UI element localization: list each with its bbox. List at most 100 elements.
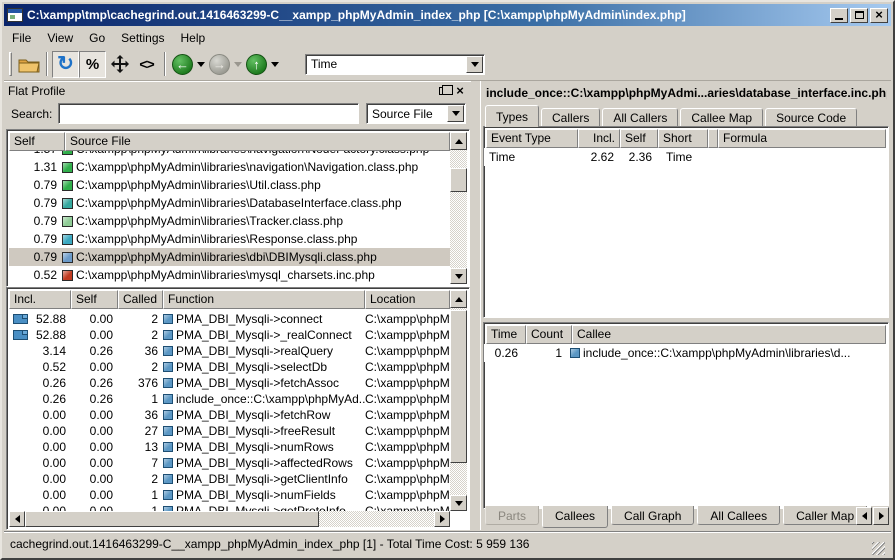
scroll-down-button[interactable] bbox=[450, 495, 467, 511]
column-header-function[interactable]: Function bbox=[163, 290, 365, 309]
horizontal-scrollbar[interactable] bbox=[9, 511, 450, 527]
scrollbar-thumb[interactable] bbox=[25, 511, 319, 527]
scroll-up-button[interactable] bbox=[450, 290, 467, 308]
tab-callee-map[interactable]: Callee Map bbox=[680, 108, 763, 127]
incl-value: 0.00 bbox=[43, 488, 66, 502]
relative-cost-button[interactable]: <> bbox=[133, 51, 160, 78]
back-button[interactable]: ← bbox=[172, 54, 193, 75]
menu-item-settings[interactable]: Settings bbox=[113, 29, 172, 47]
file-row-selected[interactable]: 0.79 C:\xampp\phpMyAdmin\libraries\dbi\D… bbox=[9, 248, 450, 266]
minimize-button[interactable] bbox=[830, 8, 848, 23]
combo-dropdown-button[interactable] bbox=[447, 105, 464, 122]
event-type-selector[interactable]: Time bbox=[305, 54, 485, 75]
column-header-callee[interactable]: Callee bbox=[572, 325, 886, 344]
toolbar-handle[interactable] bbox=[9, 52, 12, 76]
close-button[interactable]: × bbox=[870, 8, 888, 23]
tab-call-graph[interactable]: Call Graph bbox=[611, 506, 694, 525]
menu-item-file[interactable]: File bbox=[4, 29, 39, 47]
menu-item-go[interactable]: Go bbox=[81, 29, 113, 47]
function-row[interactable]: 0.00 0.00 2 PMA_DBI_Mysqli->getClientInf… bbox=[9, 471, 450, 487]
scroll-left-button[interactable] bbox=[9, 511, 25, 527]
column-header-event-type[interactable]: Event Type bbox=[486, 129, 578, 148]
incl-value: 0.00 bbox=[43, 408, 66, 422]
file-row[interactable]: 0.79 C:\xampp\phpMyAdmin\libraries\Track… bbox=[9, 212, 450, 230]
function-row[interactable]: 0.00 0.00 27 PMA_DBI_Mysqli->freeResult … bbox=[9, 423, 450, 439]
column-header-self[interactable]: Self bbox=[9, 132, 65, 151]
called-value: 2 bbox=[118, 472, 163, 486]
maximize-button[interactable] bbox=[850, 8, 868, 23]
tab-scroll-right-button[interactable] bbox=[873, 507, 889, 525]
self-value: 0.26 bbox=[71, 392, 118, 406]
tab-types[interactable]: Types bbox=[485, 105, 539, 127]
panel-splitter[interactable] bbox=[471, 81, 480, 530]
column-header-called[interactable]: Called bbox=[118, 290, 163, 309]
function-row[interactable]: 0.52 0.00 2 PMA_DBI_Mysqli->selectDb C:\… bbox=[9, 359, 450, 375]
file-row[interactable]: 0.79 C:\xampp\phpMyAdmin\libraries\Util.… bbox=[9, 176, 450, 194]
event-type-row[interactable]: Time 2.62 2.36 Time bbox=[484, 148, 888, 166]
column-header-source-file[interactable]: Source File bbox=[65, 132, 450, 151]
called-value: 1 bbox=[118, 504, 163, 511]
refresh-button[interactable]: ↻ bbox=[52, 51, 79, 78]
function-row[interactable]: 0.00 0.00 36 PMA_DBI_Mysqli->fetchRow C:… bbox=[9, 407, 450, 423]
dock-float-button[interactable] bbox=[436, 84, 450, 98]
function-row[interactable]: 0.00 0.00 7 PMA_DBI_Mysqli->affectedRows… bbox=[9, 455, 450, 471]
percent-toggle-button[interactable]: % bbox=[79, 51, 106, 78]
expand-cost-button[interactable] bbox=[106, 51, 133, 78]
up-button[interactable]: ↑ bbox=[246, 54, 267, 75]
menu-item-help[interactable]: Help bbox=[173, 29, 214, 47]
function-row[interactable]: 0.00 0.00 1 PMA_DBI_Mysqli->numFields C:… bbox=[9, 487, 450, 503]
scrollbar-track[interactable] bbox=[450, 308, 467, 495]
search-input[interactable] bbox=[58, 103, 359, 124]
scrollbar-thumb[interactable] bbox=[450, 310, 467, 463]
scroll-up-button[interactable] bbox=[450, 132, 467, 150]
tab-caller-map[interactable]: Caller Map bbox=[783, 506, 867, 525]
column-header-short[interactable]: Short bbox=[658, 129, 708, 148]
scrollbar-track[interactable] bbox=[450, 150, 467, 268]
column-header-blank[interactable] bbox=[708, 129, 718, 148]
file-row[interactable]: 1.31 C:\xampp\phpMyAdmin\libraries\navig… bbox=[9, 158, 450, 176]
file-row[interactable]: 0.52 C:\xampp\phpMyAdmin\libraries\mysql… bbox=[9, 266, 450, 284]
file-row[interactable]: 1.57 C:\xampp\phpMyAdmin\libraries\navig… bbox=[9, 151, 450, 158]
resize-grip[interactable] bbox=[872, 542, 885, 555]
function-row[interactable]: 0.00 0.00 1 PMA_DBI_Mysqli->getProtoInfo… bbox=[9, 503, 450, 511]
column-header-formula[interactable]: Formula bbox=[718, 129, 886, 148]
open-file-button[interactable] bbox=[15, 51, 42, 78]
back-dropdown-arrow[interactable] bbox=[197, 62, 205, 67]
column-header-location[interactable]: Location bbox=[365, 290, 450, 309]
scrollbar-thumb[interactable] bbox=[450, 168, 467, 192]
scroll-down-button[interactable] bbox=[450, 268, 467, 284]
function-row[interactable]: 52.88 0.00 2 PMA_DBI_Mysqli->connect C:\… bbox=[9, 311, 450, 327]
function-row[interactable]: 0.00 0.00 13 PMA_DBI_Mysqli->numRows C:\… bbox=[9, 439, 450, 455]
function-name: PMA_DBI_Mysqli->selectDb bbox=[176, 360, 327, 374]
tab-callees[interactable]: Callees bbox=[542, 506, 608, 528]
tab-scroll-left-button[interactable] bbox=[856, 507, 872, 525]
file-row[interactable]: 0.79 C:\xampp\phpMyAdmin\libraries\Respo… bbox=[9, 230, 450, 248]
tab-source-code[interactable]: Source Code bbox=[765, 108, 857, 127]
vertical-scrollbar[interactable] bbox=[450, 290, 467, 511]
vertical-scrollbar[interactable] bbox=[450, 132, 467, 284]
file-row[interactable]: 0.79 C:\xampp\phpMyAdmin\libraries\Datab… bbox=[9, 194, 450, 212]
column-header-time[interactable]: Time bbox=[486, 325, 526, 344]
tab-callers[interactable]: Callers bbox=[541, 108, 600, 127]
dock-close-button[interactable]: × bbox=[453, 84, 467, 98]
tab-all-callers[interactable]: All Callers bbox=[602, 108, 678, 127]
column-header-incl[interactable]: Incl. bbox=[9, 290, 71, 309]
tab-all-callees[interactable]: All Callees bbox=[697, 506, 780, 525]
column-header-count[interactable]: Count bbox=[526, 325, 572, 344]
function-row[interactable]: 0.26 0.26 1 include_once::C:\xampp\phpMy… bbox=[9, 391, 450, 407]
group-by-selector[interactable]: Source File bbox=[366, 103, 466, 124]
up-dropdown-arrow[interactable] bbox=[271, 62, 279, 67]
function-row[interactable]: 52.88 0.00 2 PMA_DBI_Mysqli->_realConnec… bbox=[9, 327, 450, 343]
function-row[interactable]: 3.14 0.26 36 PMA_DBI_Mysqli->realQuery C… bbox=[9, 343, 450, 359]
callee-row[interactable]: 0.26 1 include_once::C:\xampp\phpMyAdmin… bbox=[484, 344, 888, 362]
scroll-right-button[interactable] bbox=[434, 511, 450, 527]
column-header-self[interactable]: Self bbox=[620, 129, 658, 148]
scrollbar-track[interactable] bbox=[25, 511, 434, 527]
column-header-self[interactable]: Self bbox=[71, 290, 118, 309]
function-row[interactable]: 0.26 0.26 376 PMA_DBI_Mysqli->fetchAssoc… bbox=[9, 375, 450, 391]
menu-item-view[interactable]: View bbox=[39, 29, 81, 47]
folder-icon bbox=[18, 56, 40, 73]
column-header-incl[interactable]: Incl. bbox=[578, 129, 620, 148]
combo-dropdown-button[interactable] bbox=[466, 56, 483, 73]
called-value: 2 bbox=[118, 360, 163, 374]
